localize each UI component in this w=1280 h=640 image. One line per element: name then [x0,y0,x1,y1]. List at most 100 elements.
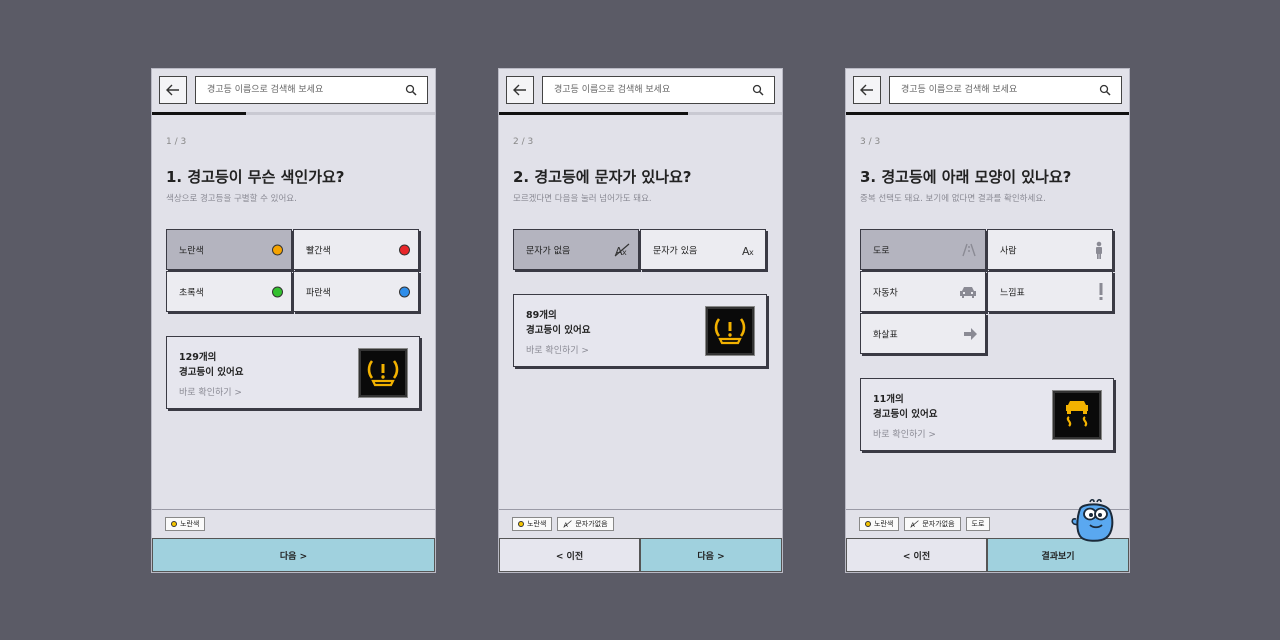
search-placeholder: 경고등 이름으로 검색해 보세요 [554,85,671,95]
option-car[interactable]: 자동차 [860,271,986,312]
selected-filters: 노란색 A 문자가없음 [512,517,614,531]
letters-icon: Ax [741,243,757,257]
progress-fill [499,112,688,115]
person-icon [1094,241,1104,259]
question-title: 2. 경고등에 문자가 있나요? [513,168,692,186]
option-red[interactable]: 빨간색 [293,229,419,270]
yellow-dot-icon [865,521,871,527]
chip-label: 문자가없음 [922,520,955,528]
svg-text:x: x [749,248,754,257]
filter-chip[interactable]: 노란색 [859,517,900,531]
selected-filters: 노란색 [165,517,206,531]
step-indicator: 3 / 3 [860,137,881,147]
tire-pressure-warning-icon [706,307,754,355]
top-bar: 경고등 이름으로 검색해 보세요 [499,69,782,111]
search-placeholder: 경고등 이름으로 검색해 보세요 [207,85,324,95]
car-icon [959,286,977,298]
progress-fill [152,112,246,115]
result-count: 129개의 [179,352,217,363]
result-count: 89개의 [526,310,557,321]
yellow-dot-icon [518,521,524,527]
option-has-letters[interactable]: 문자가 있음 Ax [640,229,766,270]
result-card[interactable]: 11개의 경고등이 있어요 바로 확인하기 > [860,378,1114,451]
no-letters-icon: Ax [614,243,630,257]
chip-label: 도로 [971,520,985,528]
option-label: 빨간색 [306,246,331,256]
red-dot-icon [399,244,410,255]
step-indicator: 2 / 3 [513,137,534,147]
progress-bar [846,112,1129,115]
search-input[interactable]: 경고등 이름으로 검색해 보세요 [195,76,428,104]
option-label: 도로 [873,246,890,256]
option-exclamation[interactable]: 느낌표 [987,271,1113,312]
search-input[interactable]: 경고등 이름으로 검색해 보세요 [889,76,1122,104]
search-icon [1099,84,1111,96]
next-button[interactable]: 다음 > [152,538,435,572]
no-letters-icon: A [910,520,920,528]
back-button[interactable] [159,76,187,104]
option-blue[interactable]: 파란색 [293,271,419,312]
mascot-image [1070,497,1118,545]
road-icon [961,243,977,257]
option-yellow[interactable]: 노란색 [166,229,292,270]
search-icon [405,84,417,96]
prev-button[interactable]: < 이전 [499,538,640,572]
option-no-letters[interactable]: 문자가 없음 Ax [513,229,639,270]
step-indicator: 1 / 3 [166,137,187,147]
green-dot-icon [272,286,283,297]
screen-step-1: 경고등 이름으로 검색해 보세요 1 / 3 1. 경고등이 무슨 색인가요? … [152,69,435,572]
question-hint: 중복 선택도 돼요. 보기에 없다면 결과를 확인하세요. [860,194,1046,204]
search-placeholder: 경고등 이름으로 검색해 보세요 [901,85,1018,95]
result-link[interactable]: 바로 확인하기 > [526,343,589,356]
progress-bar [152,112,435,115]
option-label: 자동차 [873,288,898,298]
question-title: 1. 경고등이 무슨 색인가요? [166,168,345,186]
filter-chip[interactable]: 노란색 [165,517,206,531]
result-card[interactable]: 89개의 경고등이 있어요 바로 확인하기 > [513,294,767,367]
chip-label: 노란색 [527,520,547,528]
filter-chip[interactable]: 도로 [965,517,991,531]
option-label: 사람 [1000,246,1017,256]
search-icon [752,84,764,96]
filter-chip[interactable]: 노란색 [512,517,553,531]
exclamation-icon [1098,282,1104,301]
prev-button[interactable]: < 이전 [846,538,987,572]
question-title: 3. 경고등에 아래 모양이 있나요? [860,168,1072,186]
option-label: 문자가 있음 [653,246,698,256]
option-label: 문자가 없음 [526,246,571,256]
arrow-left-icon [513,84,526,96]
chip-label: 노란색 [874,520,894,528]
option-label: 파란색 [306,288,331,298]
search-input[interactable]: 경고등 이름으로 검색해 보세요 [542,76,775,104]
result-card[interactable]: 129개의 경고등이 있어요 바로 확인하기 > [166,336,420,409]
filter-chip[interactable]: A 문자가없음 [904,517,961,531]
tire-pressure-warning-icon [359,349,407,397]
result-link[interactable]: 바로 확인하기 > [873,427,936,440]
no-letters-icon: A [563,520,573,528]
next-button[interactable]: 다음 > [640,538,782,572]
result-link[interactable]: 바로 확인하기 > [179,385,242,398]
skid-control-warning-icon [1053,391,1101,439]
back-button[interactable] [506,76,534,104]
result-text: 경고등이 있어요 [179,367,244,378]
arrow-right-icon [963,327,977,340]
blue-dot-icon [399,286,410,297]
option-green[interactable]: 초록색 [166,271,292,312]
top-bar: 경고등 이름으로 검색해 보세요 [152,69,435,111]
back-button[interactable] [853,76,881,104]
screen-step-2: 경고등 이름으로 검색해 보세요 2 / 3 2. 경고등에 문자가 있나요? … [499,69,782,572]
question-hint: 모르겠다면 다음을 눌러 넘어가도 돼요. [513,194,652,204]
filter-chip[interactable]: A 문자가없음 [557,517,614,531]
option-label: 화살표 [873,330,898,340]
result-text: 경고등이 있어요 [873,409,938,420]
yellow-dot-icon [272,244,283,255]
result-text: 경고등이 있어요 [526,325,591,336]
option-arrow[interactable]: 화살표 [860,313,986,354]
option-person[interactable]: 사람 [987,229,1113,270]
arrow-left-icon [860,84,873,96]
question-hint: 색상으로 경고등을 구별할 수 있어요. [166,194,297,204]
option-label: 초록색 [179,288,204,298]
option-road[interactable]: 도로 [860,229,986,270]
yellow-dot-icon [171,521,177,527]
screen-step-3: 경고등 이름으로 검색해 보세요 3 / 3 3. 경고등에 아래 모양이 있나… [846,69,1129,572]
